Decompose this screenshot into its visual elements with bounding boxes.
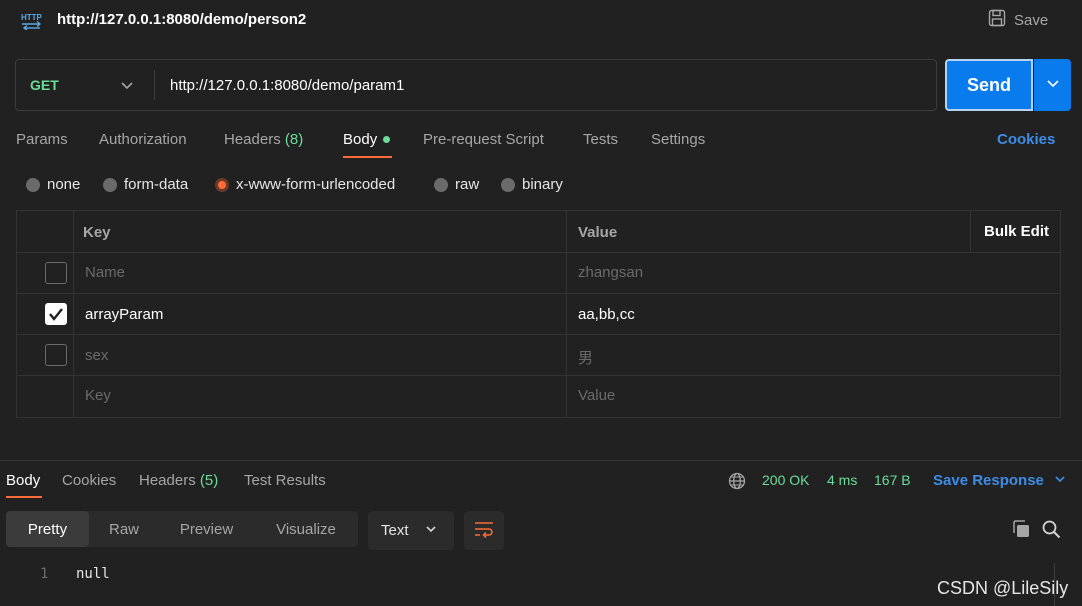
table-divider bbox=[17, 334, 1060, 335]
param-key[interactable]: Name bbox=[85, 264, 125, 281]
radio-binary[interactable]: binary bbox=[501, 176, 563, 193]
tab-headers-label: Headers bbox=[224, 131, 281, 148]
table-divider bbox=[566, 211, 567, 417]
method-select[interactable]: GET bbox=[16, 60, 154, 110]
radio-form-data[interactable]: form-data bbox=[103, 176, 188, 193]
table-divider bbox=[17, 293, 1060, 294]
view-mode-tabs: Pretty Raw Preview Visualize bbox=[6, 511, 358, 547]
radio-circle bbox=[26, 177, 40, 192]
save-button[interactable]: Save bbox=[988, 9, 1048, 31]
radio-none[interactable]: none bbox=[26, 176, 80, 193]
watermark: CSDN @LileSily bbox=[937, 578, 1069, 598]
row-checkbox[interactable] bbox=[45, 344, 67, 366]
view-tab-raw[interactable]: Raw bbox=[89, 511, 159, 547]
table-divider bbox=[970, 211, 971, 252]
cookies-link[interactable]: Cookies bbox=[997, 131, 1055, 148]
param-value[interactable]: zhangsan bbox=[578, 264, 643, 281]
radio-label: binary bbox=[522, 176, 563, 193]
send-button[interactable]: Send bbox=[945, 59, 1033, 111]
response-size[interactable]: 167 B bbox=[874, 472, 911, 488]
radio-x-www-form-urlencoded[interactable]: x-www-form-urlencoded bbox=[215, 176, 395, 193]
chevron-down-icon bbox=[1054, 472, 1066, 489]
tab-headers-count: (8) bbox=[284, 131, 304, 148]
tab-body[interactable]: Body bbox=[343, 131, 391, 148]
row-checkbox-checked[interactable] bbox=[45, 303, 67, 325]
table-divider bbox=[17, 252, 1060, 253]
url-divider bbox=[154, 70, 155, 100]
svg-text:HTTP: HTTP bbox=[21, 13, 43, 22]
tab-tests[interactable]: Tests bbox=[583, 131, 618, 148]
radio-label: form-data bbox=[124, 176, 189, 193]
status-code[interactable]: 200 OK bbox=[762, 472, 809, 488]
response-tab-headers-label: Headers bbox=[139, 472, 196, 489]
response-time[interactable]: 4 ms bbox=[827, 472, 857, 488]
copy-icon[interactable] bbox=[1011, 519, 1031, 539]
tab-authorization[interactable]: Authorization bbox=[99, 131, 187, 148]
table-divider bbox=[17, 375, 1060, 376]
checkmark-icon bbox=[46, 308, 66, 328]
param-value[interactable]: 男 bbox=[578, 347, 593, 368]
response-tab-test-results[interactable]: Test Results bbox=[244, 472, 326, 489]
response-tab-body[interactable]: Body bbox=[6, 472, 40, 489]
param-value-placeholder[interactable]: Value bbox=[578, 387, 615, 404]
chevron-down-icon bbox=[1046, 76, 1060, 94]
format-label: Text bbox=[381, 522, 409, 539]
response-tab-headers-count: (5) bbox=[199, 472, 219, 489]
search-icon[interactable] bbox=[1041, 519, 1061, 539]
response-tab-headers[interactable]: Headers (5) bbox=[139, 472, 218, 489]
send-dropdown-button[interactable] bbox=[1034, 59, 1071, 111]
url-input[interactable] bbox=[170, 74, 910, 96]
save-label: Save bbox=[1014, 11, 1049, 29]
row-checkbox[interactable] bbox=[45, 262, 67, 284]
save-response-button[interactable]: Save Response bbox=[933, 472, 1066, 489]
radio-raw[interactable]: raw bbox=[434, 176, 479, 193]
tab-settings[interactable]: Settings bbox=[651, 131, 705, 148]
view-tab-pretty[interactable]: Pretty bbox=[6, 511, 89, 547]
column-header-value: Value bbox=[578, 224, 618, 241]
param-value[interactable]: aa,bb,cc bbox=[578, 306, 635, 323]
view-tab-preview[interactable]: Preview bbox=[159, 511, 254, 547]
response-divider bbox=[0, 460, 1082, 461]
http-icon: HTTP bbox=[20, 10, 44, 31]
method-label: GET bbox=[30, 77, 59, 93]
radio-circle bbox=[501, 177, 515, 192]
param-key[interactable]: arrayParam bbox=[85, 306, 163, 323]
radio-circle bbox=[103, 177, 117, 192]
active-tab-indicator bbox=[6, 496, 42, 498]
radio-circle bbox=[434, 177, 448, 192]
page-title: http://127.0.0.1:8080/demo/person2 bbox=[57, 11, 307, 28]
response-body-content[interactable]: null bbox=[76, 566, 110, 582]
url-bar: GET bbox=[15, 59, 937, 111]
title-bar: HTTP http://127.0.0.1:8080/demo/person2 … bbox=[0, 0, 1082, 44]
tab-pre-request-script[interactable]: Pre-request Script bbox=[423, 131, 544, 148]
chevron-down-icon bbox=[425, 522, 437, 539]
radio-label: none bbox=[47, 176, 81, 193]
format-select[interactable]: Text bbox=[368, 511, 454, 550]
line-number: 1 bbox=[40, 566, 49, 582]
chevron-down-icon bbox=[120, 78, 134, 92]
params-table: Key Value Bulk Edit Name zhangsan arrayP… bbox=[16, 210, 1061, 418]
tab-body-label: Body bbox=[343, 131, 378, 148]
body-indicator-dot bbox=[383, 135, 391, 143]
tab-headers[interactable]: Headers (8) bbox=[224, 131, 303, 148]
save-response-label: Save Response bbox=[933, 472, 1044, 489]
globe-icon[interactable] bbox=[728, 472, 746, 490]
wrap-lines-button[interactable] bbox=[464, 511, 504, 550]
radio-label: raw bbox=[455, 176, 480, 193]
bulk-edit-button[interactable]: Bulk Edit bbox=[984, 223, 1049, 240]
radio-circle-selected bbox=[215, 177, 229, 192]
table-divider bbox=[73, 211, 74, 417]
param-key-placeholder[interactable]: Key bbox=[85, 387, 111, 404]
param-key[interactable]: sex bbox=[85, 347, 108, 364]
save-icon bbox=[988, 9, 1006, 31]
active-tab-indicator bbox=[343, 156, 392, 158]
tab-params[interactable]: Params bbox=[16, 131, 68, 148]
column-header-key: Key bbox=[83, 224, 111, 241]
radio-label: x-www-form-urlencoded bbox=[236, 176, 396, 193]
response-tab-cookies[interactable]: Cookies bbox=[62, 472, 116, 489]
wrap-lines-icon bbox=[474, 520, 494, 542]
view-tab-visualize[interactable]: Visualize bbox=[254, 511, 358, 547]
